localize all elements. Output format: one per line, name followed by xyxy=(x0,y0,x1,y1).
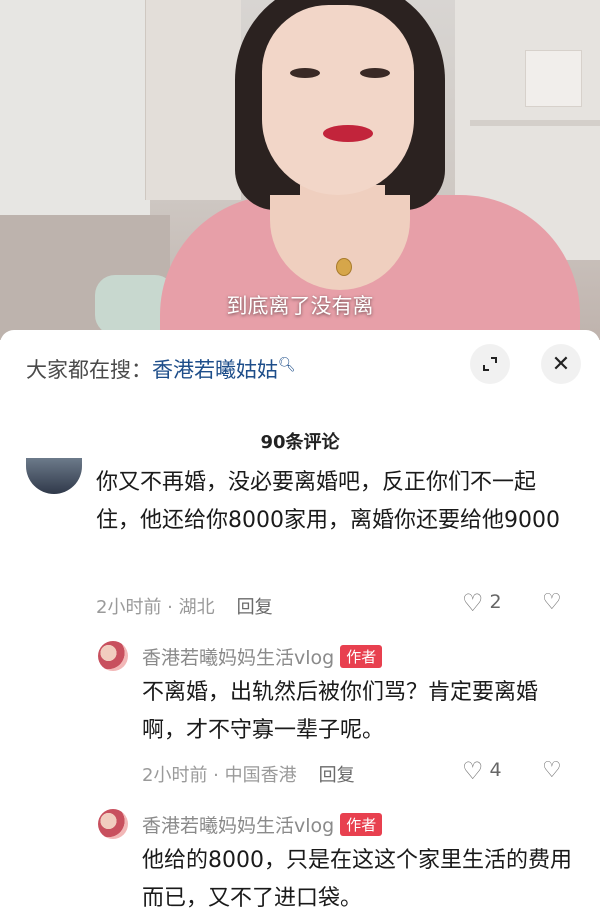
person-lips xyxy=(323,125,373,142)
necklace-pendant xyxy=(336,258,352,276)
search-icon: 🔍︎ xyxy=(278,357,296,373)
background-wall xyxy=(0,0,150,215)
avatar[interactable] xyxy=(26,458,82,494)
close-button[interactable]: ✕ xyxy=(541,344,581,384)
like-button[interactable]: ♡ 4 xyxy=(462,757,502,785)
dislike-button[interactable]: ♡ xyxy=(542,590,562,615)
comment-count: 90条评论 xyxy=(260,432,340,453)
video-subtitle: 到底离了没有离 xyxy=(226,294,374,318)
comment-sheet: 大家都在搜：香港若曦姑姑🔍︎ ✕ 90条评论 你又不再婚，没必要离婚吧，反正你们… xyxy=(0,330,600,911)
reply-button[interactable]: 回复 xyxy=(319,765,355,786)
author-badge: 作者 xyxy=(340,645,383,668)
like-count: 2 xyxy=(489,591,502,613)
person-eye-right xyxy=(360,68,390,78)
reply-button[interactable]: 回复 xyxy=(237,597,273,618)
avatar[interactable] xyxy=(98,809,128,839)
like-count: 4 xyxy=(489,759,502,781)
shelf-box xyxy=(525,50,582,107)
broken-heart-icon: ♡ xyxy=(542,758,562,783)
dislike-button[interactable]: ♡ xyxy=(542,758,562,783)
background-cabinet xyxy=(145,0,241,200)
shelf-board xyxy=(470,120,600,126)
expand-button[interactable] xyxy=(470,344,510,384)
search-suggestion[interactable]: 大家都在搜：香港若曦姑姑🔍︎ xyxy=(26,354,296,384)
reply-text: 不离婚，出轨然后被你们骂？肯定要离婚啊，才不守寡一辈子呢。 xyxy=(142,680,539,743)
close-icon: ✕ xyxy=(551,351,571,377)
reply-author[interactable]: 香港若曦妈妈生活vlog 作者 xyxy=(142,643,383,670)
heart-icon: ♡ xyxy=(462,589,484,617)
reply-text: 他给的8000，只是在这这个家里生活的费用而已，又不了进口袋。 xyxy=(142,848,572,911)
comment-meta: 2小时前 · 湖北 回复 xyxy=(96,593,273,619)
expand-icon xyxy=(483,357,497,371)
comment-text: 你又不再婚，没必要离婚吧，反正你们不一起住，他还给你8000家用，离婚你还要给他… xyxy=(96,470,560,533)
reply-author[interactable]: 香港若曦妈妈生活vlog 作者 xyxy=(142,811,383,838)
reply-time-location: 2小时前 · 中国香港 xyxy=(142,765,297,786)
video-player[interactable]: 到底离了没有离 xyxy=(0,0,600,340)
person-face xyxy=(262,5,414,195)
search-prefix: 大家都在搜： xyxy=(26,358,152,382)
avatar[interactable] xyxy=(98,641,128,671)
comment-time-location: 2小时前 · 湖北 xyxy=(96,597,215,618)
author-name: 香港若曦妈妈生活vlog xyxy=(142,815,335,837)
person-eye-left xyxy=(290,68,320,78)
author-badge: 作者 xyxy=(340,813,383,836)
broken-heart-icon: ♡ xyxy=(542,590,562,615)
search-term-link[interactable]: 香港若曦姑姑 xyxy=(152,358,278,382)
heart-icon: ♡ xyxy=(462,757,484,785)
like-button[interactable]: ♡ 2 xyxy=(462,589,502,617)
reply-meta: 2小时前 · 中国香港 回复 xyxy=(142,761,355,787)
author-name: 香港若曦妈妈生活vlog xyxy=(142,647,335,669)
